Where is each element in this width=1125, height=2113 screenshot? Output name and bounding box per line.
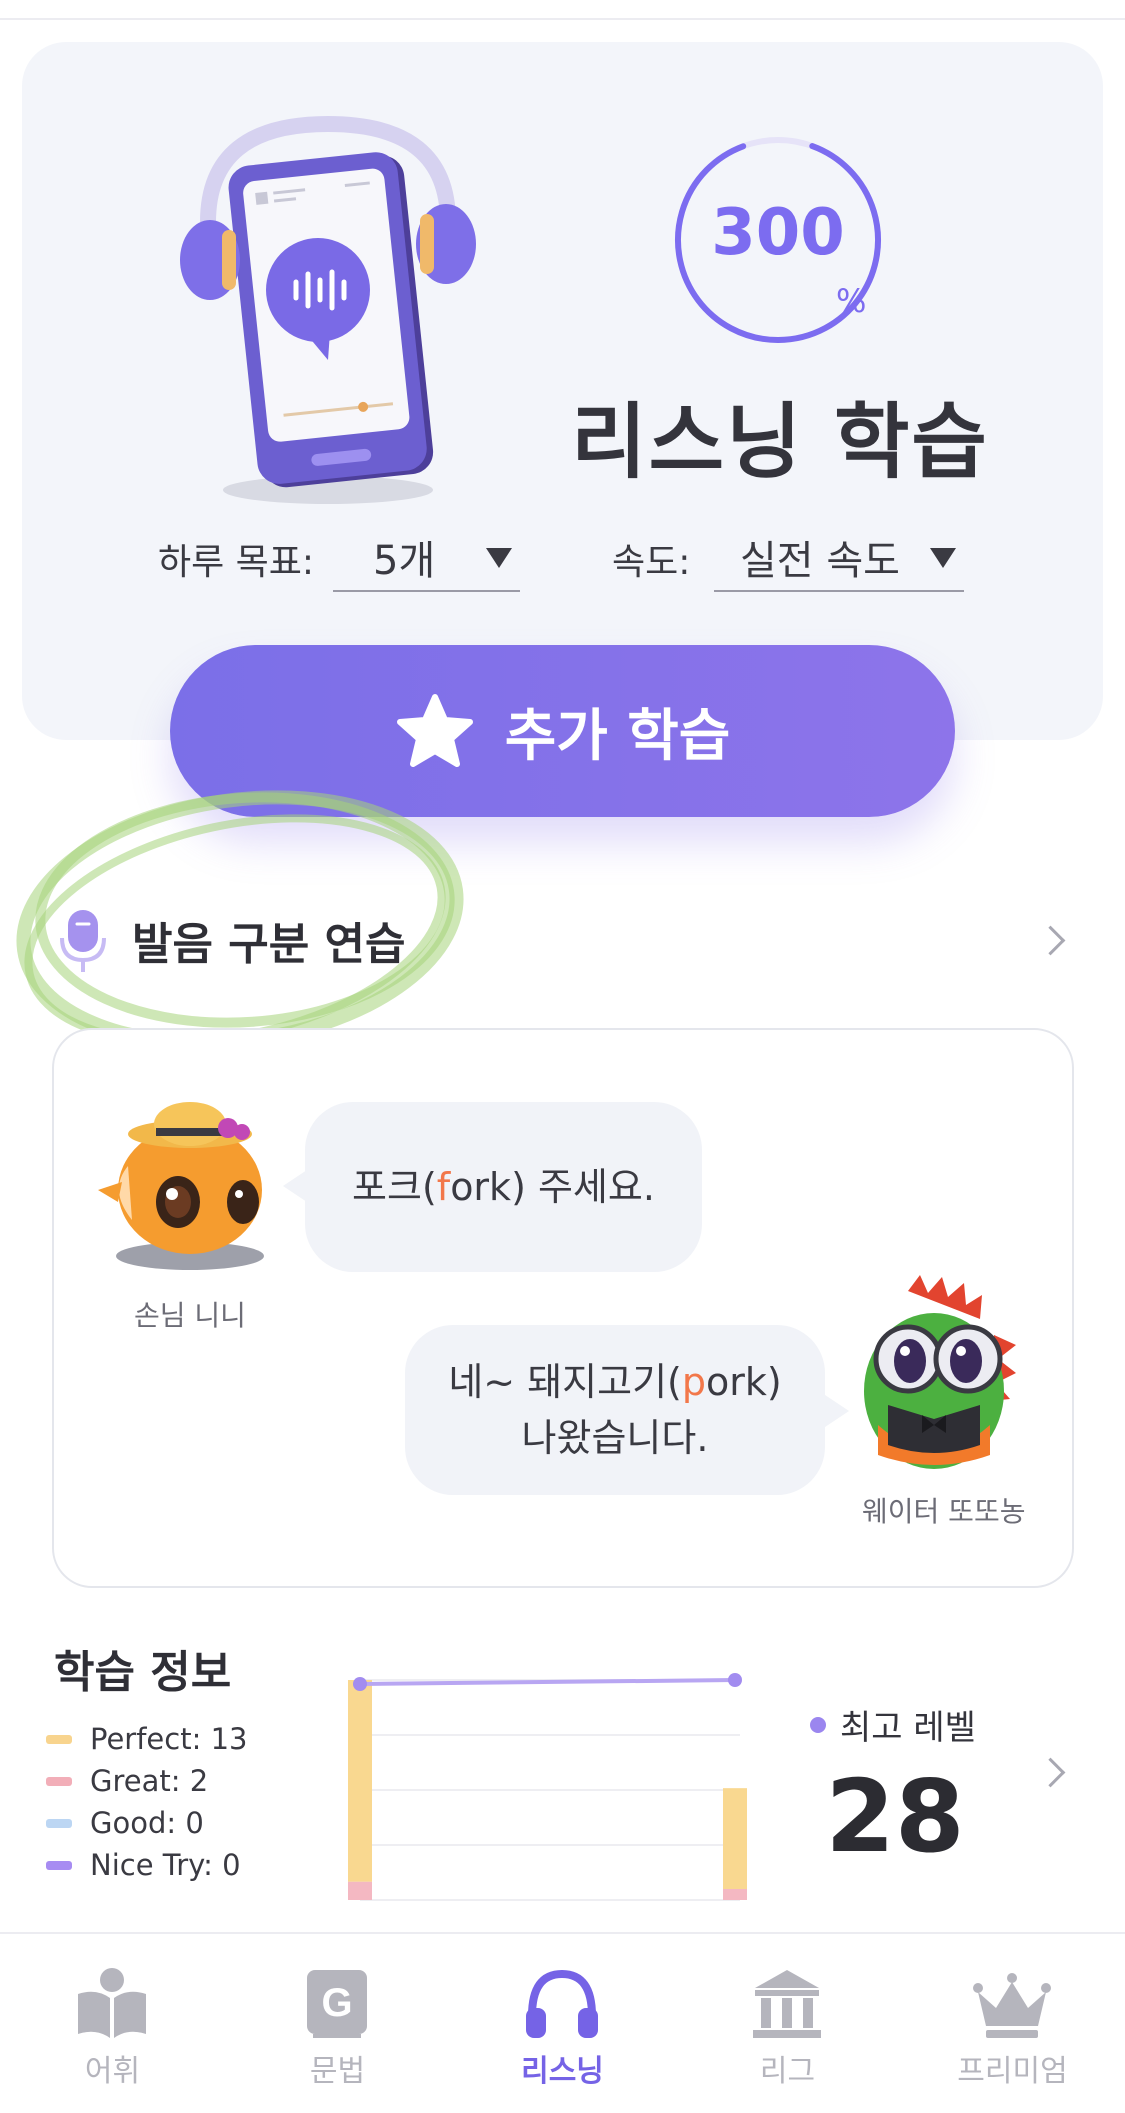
daily-goal-dropdown[interactable]: 5개 (333, 524, 520, 592)
daily-goal-label: 하루 목표: (158, 542, 315, 583)
legend-item: Good: 0 (46, 1806, 204, 1840)
dropdown-triangle-icon (930, 548, 956, 568)
top-divider (0, 18, 1125, 20)
waiter-name: 웨이터 또또농 (862, 1495, 1026, 1528)
tab-vocabulary[interactable]: 어휘 (0, 1934, 225, 2113)
waiter-speech-bubble: 네~ 돼지고기(pork) 나왔습니다. (405, 1325, 825, 1495)
tab-label: 리그 (759, 2054, 816, 2089)
tab-label: 리스닝 (521, 2054, 604, 2089)
progress-unit: % (836, 282, 867, 320)
chart-bar-great (723, 1889, 747, 1900)
chart-bar-perfect (348, 1680, 372, 1882)
crown-icon (973, 1973, 1051, 2038)
guest-speech-bubble: 포크(fork) 주세요. (305, 1102, 702, 1272)
chart-point-best-level (353, 1677, 367, 1691)
league-building-icon (753, 1970, 821, 2038)
svg-text:G: G (321, 1981, 352, 2025)
microphone-icon (60, 910, 106, 972)
tab-league[interactable]: 리그 (675, 1934, 900, 2113)
star-icon (396, 694, 473, 767)
best-level-legend: 최고 레벨 (810, 1700, 976, 1749)
speed-label: 속도: (612, 542, 691, 583)
tab-premium[interactable]: 프리미엄 (900, 1934, 1125, 2113)
bubble-tail (825, 1395, 849, 1427)
extra-study-label: 추가 학습 (504, 703, 731, 769)
legend-swatch (46, 1734, 72, 1744)
legend-item: Great: 2 (46, 1764, 208, 1798)
best-level-value: 28 (825, 1758, 965, 1875)
phone-headphones-illustration (178, 112, 478, 512)
chevron-right-icon[interactable] (1035, 1757, 1066, 1788)
waiter-ttottonong-character (864, 1275, 1016, 1469)
guest-name: 손님 니니 (134, 1299, 246, 1332)
speed-value: 실전 속도 (740, 538, 900, 584)
bubble-tail (283, 1170, 307, 1202)
chart-point-best-level (728, 1673, 742, 1687)
chart-bar-great (348, 1881, 372, 1900)
legend-swatch (46, 1776, 72, 1786)
tab-grammar[interactable]: G 문법 (225, 1934, 450, 2113)
headphones-icon (526, 1969, 598, 2038)
legend-swatch (46, 1818, 72, 1828)
progress-value: 300 (711, 196, 845, 270)
chart-bar-perfect (723, 1788, 747, 1889)
chevron-right-icon[interactable] (1035, 925, 1066, 956)
tab-label: 어휘 (84, 2054, 141, 2089)
bottom-tab-bar: 어휘 G 문법 리스닝 리그 프리미엄 (0, 1932, 1125, 2113)
legend-item: Perfect: 13 (46, 1722, 247, 1756)
legend-swatch (46, 1860, 72, 1870)
guest-nini-character (98, 1102, 264, 1270)
tab-label: 프리미엄 (957, 2054, 1068, 2089)
dropdown-triangle-icon (486, 548, 512, 568)
legend-item: Nice Try: 0 (46, 1848, 241, 1882)
speed-dropdown[interactable]: 실전 속도 (714, 524, 964, 592)
study-chart (348, 1673, 747, 1901)
book-icon (78, 1968, 146, 2038)
section-title-pronunciation: 발음 구분 연습 (132, 919, 406, 970)
tab-label: 문법 (309, 2054, 366, 2089)
grammar-g-icon: G (307, 1970, 367, 2038)
page-title: 리스닝 학습 (571, 395, 989, 490)
tab-listening[interactable]: 리스닝 (450, 1934, 675, 2113)
section-title-study-info: 학습 정보 (54, 1647, 232, 1698)
best-level-dot (810, 1716, 826, 1733)
daily-goal-value: 5개 (373, 538, 436, 584)
